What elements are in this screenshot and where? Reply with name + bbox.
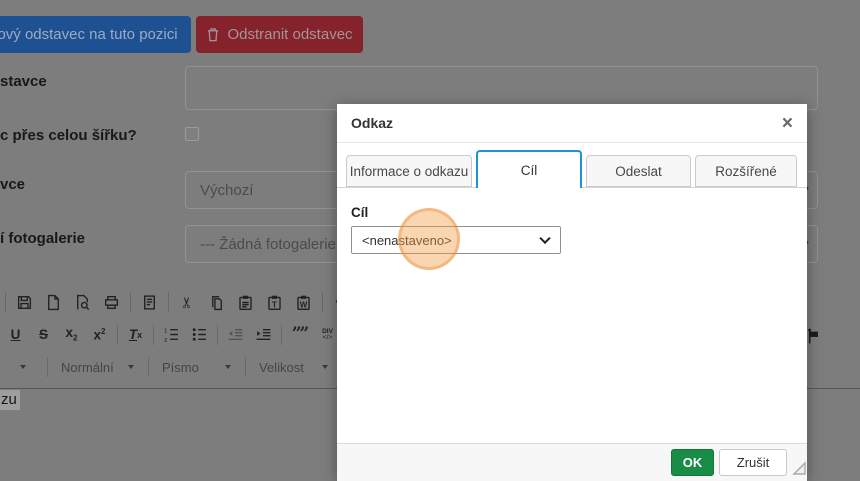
target-select[interactable]: <nenastaveno> bbox=[351, 226, 561, 254]
toolbar-separator bbox=[130, 292, 131, 312]
editor-toolbar-row-3: Normální Písmo Velikost bbox=[0, 353, 345, 381]
blockquote-icon[interactable]: ”” bbox=[287, 322, 312, 348]
dialog-header: Odkaz × bbox=[337, 104, 807, 143]
numbered-list-icon[interactable]: 12 bbox=[159, 322, 184, 348]
font-combo-value: Písmo bbox=[162, 359, 199, 375]
preview-icon[interactable] bbox=[70, 289, 95, 315]
cancel-button[interactable]: Zrušit bbox=[719, 449, 787, 476]
caret-down-icon bbox=[225, 365, 231, 369]
font-combo[interactable]: Písmo bbox=[156, 355, 238, 380]
paste-text-icon[interactable]: T bbox=[262, 289, 287, 315]
toolbar-separator bbox=[217, 324, 218, 345]
ok-button[interactable]: OK bbox=[671, 449, 714, 476]
editor-toolbar-row-1: ✂ T W bbox=[0, 288, 354, 316]
indent-icon[interactable] bbox=[251, 322, 276, 348]
resize-handle-icon[interactable] bbox=[792, 461, 806, 480]
editor-toolbar-row-2: U Sx2 x2 Tx 1 2”” DIV </> bbox=[0, 321, 348, 348]
svg-text:T: T bbox=[272, 299, 278, 309]
target-select-value: <nenastaveno> bbox=[362, 232, 452, 248]
underline-icon[interactable]: U bbox=[3, 322, 28, 348]
svg-text:1: 1 bbox=[164, 328, 167, 334]
tab-rozsirene[interactable]: Rozšířené bbox=[695, 155, 797, 187]
close-icon[interactable]: × bbox=[782, 114, 793, 133]
size-combo-value: Velikost bbox=[259, 359, 304, 375]
caret-down-icon bbox=[322, 365, 328, 369]
field-label-fullwidth: c přes celou šířku? bbox=[0, 127, 137, 144]
trash-icon bbox=[206, 27, 220, 42]
size-combo[interactable]: Velikost bbox=[253, 355, 335, 380]
dialog-body: Cíl <nenastaveno> bbox=[337, 188, 807, 271]
editor-selected-text[interactable]: zu bbox=[0, 390, 20, 410]
format-combo-value: Normální bbox=[61, 359, 114, 375]
toolbar-separator bbox=[168, 292, 169, 312]
paste-icon[interactable] bbox=[233, 289, 258, 315]
dialog-footer: OK Zrušit bbox=[337, 443, 807, 481]
toolbar-separator bbox=[5, 292, 6, 312]
superscript-icon[interactable]: x2 bbox=[87, 322, 112, 348]
toolbar-separator bbox=[148, 357, 149, 377]
page-background: ový odstavec na tuto pozici Odstranit od… bbox=[0, 0, 860, 481]
dialog-tabbar: Informace o odkazu Cíl Odeslat Rozšířené bbox=[337, 143, 807, 188]
strikethrough-icon[interactable]: S bbox=[31, 322, 56, 348]
svg-text:W: W bbox=[300, 300, 308, 309]
svg-text:2: 2 bbox=[164, 338, 167, 343]
delete-paragraph-button[interactable]: Odstranit odstavec bbox=[196, 16, 363, 53]
caret-down-icon bbox=[128, 365, 134, 369]
target-field-label: Cíl bbox=[351, 205, 369, 220]
chevron-down-icon bbox=[539, 232, 551, 245]
insert-paragraph-button[interactable]: ový odstavec na tuto pozici bbox=[0, 16, 191, 53]
gallery-select-value: --- Žádná fotogalerie bbox=[200, 235, 336, 253]
tab-cil[interactable]: Cíl bbox=[476, 150, 582, 188]
toolbar-separator bbox=[281, 324, 282, 345]
tab-informace-o-odkazu[interactable]: Informace o odkazu bbox=[346, 155, 472, 187]
styles-combo[interactable] bbox=[6, 355, 40, 380]
link-dialog: Odkaz × Informace o odkazu Cíl Odeslat R… bbox=[337, 104, 807, 481]
new-page-icon[interactable] bbox=[41, 289, 66, 315]
toolbar-separator bbox=[47, 357, 48, 377]
toolbar-separator bbox=[117, 324, 118, 345]
format-combo[interactable]: Normální bbox=[55, 355, 141, 380]
caret-down-icon bbox=[20, 365, 26, 369]
delete-paragraph-label: Odstranit odstavec bbox=[227, 26, 353, 43]
paste-word-icon[interactable]: W bbox=[291, 289, 316, 315]
remove-format-icon[interactable]: Tx bbox=[123, 322, 148, 348]
field-label-nadpis: stavce bbox=[0, 73, 47, 90]
cut-icon[interactable]: ✂ bbox=[175, 289, 200, 315]
outdent-icon bbox=[223, 322, 248, 348]
field-label-gallery: í fotogalerie bbox=[0, 230, 86, 247]
templates-icon[interactable] bbox=[137, 289, 162, 315]
dialog-title: Odkaz bbox=[351, 115, 394, 131]
field-label-style: vce bbox=[0, 176, 26, 193]
style-select-value: Výchozí bbox=[200, 181, 254, 199]
print-icon[interactable] bbox=[99, 289, 124, 315]
tab-odeslat[interactable]: Odeslat bbox=[586, 155, 691, 187]
fullwidth-checkbox[interactable] bbox=[185, 127, 199, 141]
toolbar-separator bbox=[153, 324, 154, 345]
flag-icon[interactable] bbox=[805, 328, 822, 350]
toolbar-separator bbox=[245, 357, 246, 377]
bulleted-list-icon[interactable] bbox=[187, 322, 212, 348]
subscript-icon[interactable]: x2 bbox=[59, 322, 84, 348]
toolbar-separator bbox=[322, 292, 323, 312]
save-icon[interactable] bbox=[12, 289, 37, 315]
copy-icon[interactable] bbox=[204, 289, 229, 315]
